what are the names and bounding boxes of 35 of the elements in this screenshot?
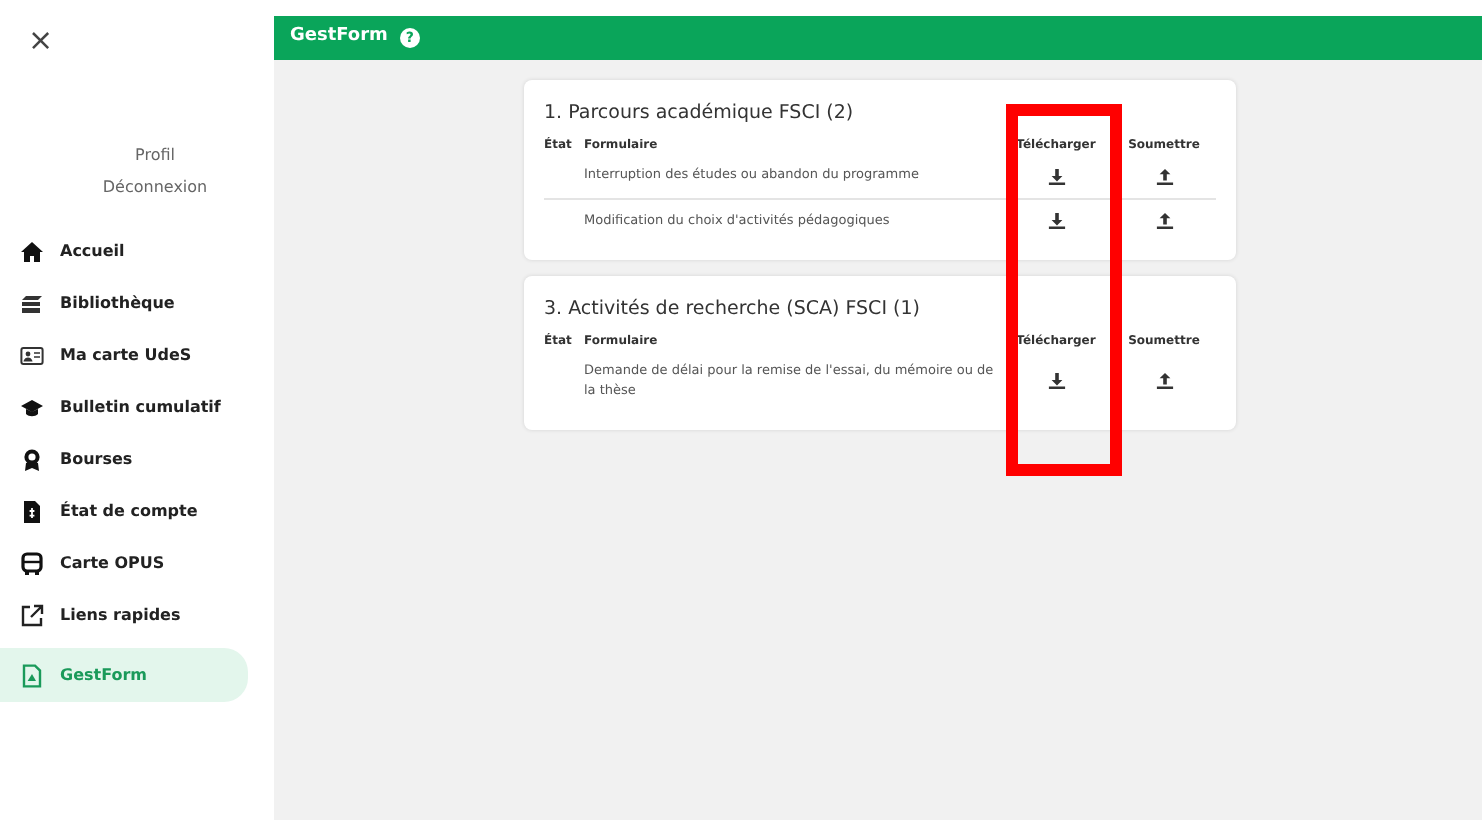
menu-link[interactable]: Profil xyxy=(135,144,175,168)
sidebar-item[interactable]: Bulletin cumulatif xyxy=(0,388,248,428)
sidebar-item[interactable]: Ma carte UdeS xyxy=(0,336,248,376)
section-title: 1. Parcours académique FSCI (2) xyxy=(544,100,856,128)
download-button[interactable] xyxy=(1047,372,1065,391)
books-icon xyxy=(20,292,44,316)
download-button[interactable] xyxy=(1047,212,1065,231)
upload-button[interactable] xyxy=(1155,212,1173,231)
sidebar-item[interactable]: État de compte xyxy=(0,492,248,532)
sidebar-item[interactable]: Carte OPUS xyxy=(0,544,248,584)
menu-link[interactable]: Déconnexion xyxy=(102,176,208,200)
download-icon xyxy=(1047,167,1065,186)
upload-icon xyxy=(1155,167,1173,186)
upload-icon xyxy=(1155,372,1173,391)
close-button[interactable]: × xyxy=(20,26,62,56)
download-button[interactable] xyxy=(1047,167,1065,186)
page-title: GestForm xyxy=(290,24,388,51)
download-icon xyxy=(1047,372,1065,391)
document-icon xyxy=(20,663,44,687)
download-icon xyxy=(1047,212,1065,231)
upload-icon xyxy=(1155,212,1173,231)
sidebar-item[interactable]: Liens rapides xyxy=(0,596,248,636)
award-icon xyxy=(20,448,44,472)
id-card-icon xyxy=(20,344,44,368)
graduation-cap-icon xyxy=(20,396,44,420)
home-icon xyxy=(20,240,44,264)
sidebar-item[interactable]: Accueil xyxy=(0,232,248,272)
sidebar-item[interactable]: Bourses xyxy=(0,440,248,480)
invoice-icon xyxy=(20,500,44,524)
sidebar-item[interactable]: Bibliothèque xyxy=(0,284,248,324)
upload-button[interactable] xyxy=(1155,167,1173,186)
bus-icon xyxy=(20,552,44,576)
upload-button[interactable] xyxy=(1155,372,1173,391)
section-title: 3. Activités de recherche (SCA) FSCI (1) xyxy=(544,295,922,324)
external-link-icon xyxy=(20,604,44,628)
